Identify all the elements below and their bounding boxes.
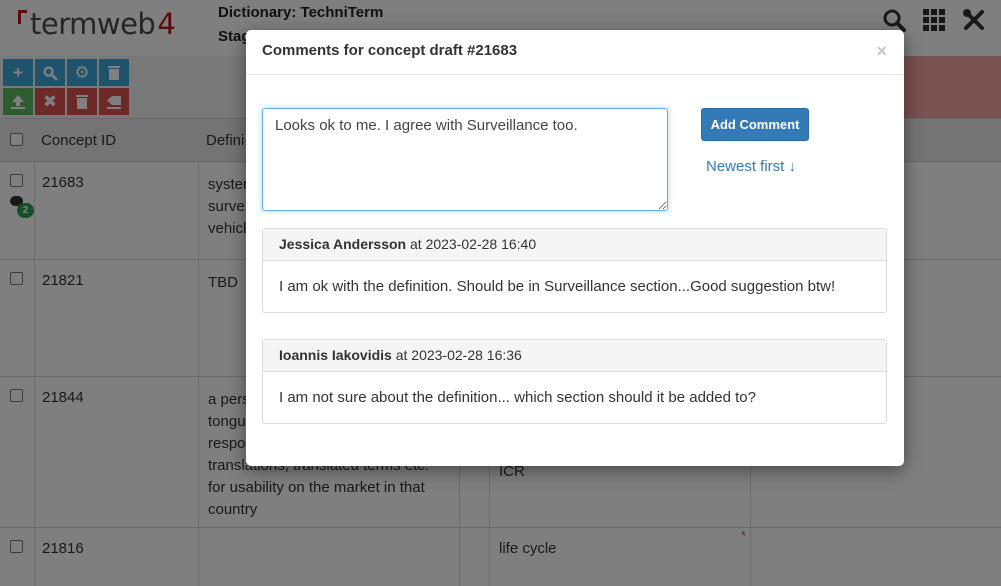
comment-input[interactable]: Looks ok to me. I agree with Surveillanc… (262, 108, 668, 211)
comment-author: Ioannis Iakovidis (279, 347, 392, 363)
sort-order-link[interactable]: Newest first ↓ (706, 158, 796, 175)
comment-item: Ioannis Iakovidis at 2023-02-28 16:36 I … (262, 339, 887, 424)
comment-timestamp: at 2023-02-28 16:40 (410, 236, 537, 252)
comment-author: Jessica Andersson (279, 236, 407, 252)
comment-text: I am ok with the definition. Should be i… (279, 278, 836, 295)
add-comment-button[interactable]: Add Comment (701, 108, 809, 141)
comment-header: Ioannis Iakovidis at 2023-02-28 16:36 (263, 340, 886, 372)
comments-modal: Comments for concept draft #21683 × Look… (246, 30, 904, 466)
comment-header: Jessica Andersson at 2023-02-28 16:40 (263, 229, 886, 261)
comment-timestamp: at 2023-02-28 16:36 (395, 347, 522, 363)
comment-item: Jessica Andersson at 2023-02-28 16:40 I … (262, 228, 887, 313)
modal-title: Comments for concept draft #21683 (262, 42, 518, 59)
close-icon[interactable]: × (876, 41, 887, 62)
comment-text: I am not sure about the definition... wh… (279, 389, 756, 406)
modal-header: Comments for concept draft #21683 × (246, 30, 904, 75)
